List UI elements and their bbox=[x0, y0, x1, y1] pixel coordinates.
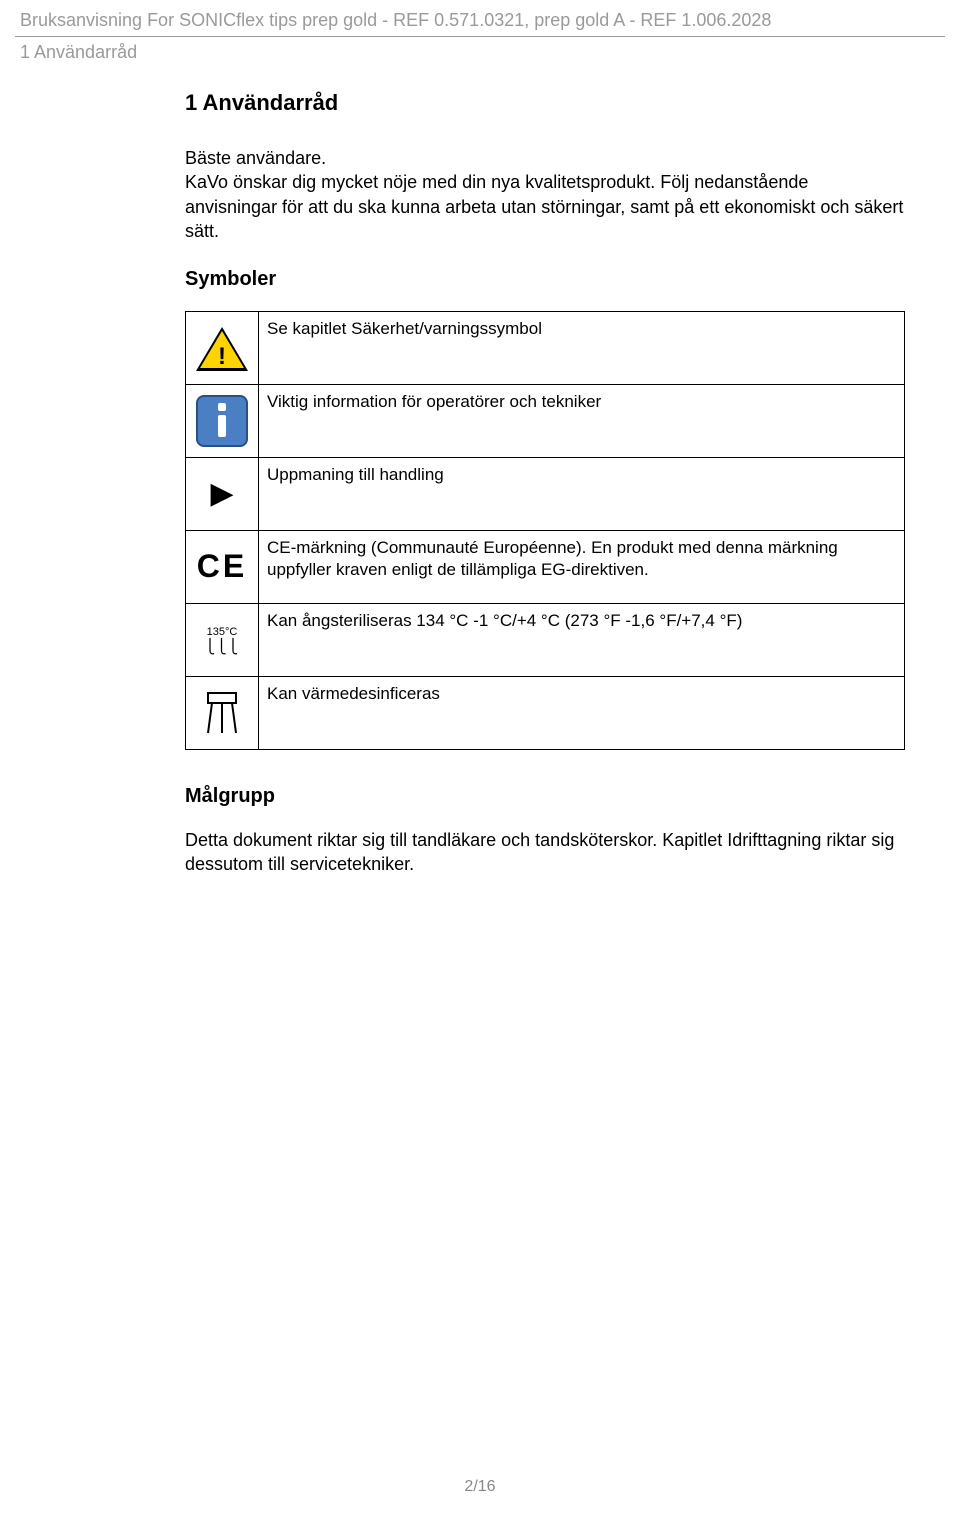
content-area: 1 Användarråd Bäste användare. KaVo önsk… bbox=[185, 90, 905, 877]
target-paragraph: Detta dokument riktar sig till tandläkar… bbox=[185, 828, 905, 877]
sterilize-icon: 135°C ⎩⎩⎩ bbox=[186, 604, 259, 677]
page-number: 2/16 bbox=[0, 1478, 960, 1496]
intro-line1: Bäste användare. bbox=[185, 148, 326, 168]
header-subtitle: 1 Användarråd bbox=[20, 42, 137, 63]
symbol-text: Kan värmedesinficeras bbox=[259, 677, 905, 750]
table-row: 135°C ⎩⎩⎩ Kan ångsteriliseras 134 °C -1 … bbox=[186, 604, 905, 677]
symbol-text: Se kapitlet Säkerhet/varningssymbol bbox=[259, 312, 905, 385]
table-row: ▶ Uppmaning till handling bbox=[186, 458, 905, 531]
symbol-text: Kan ångsteriliseras 134 °C -1 °C/+4 °C (… bbox=[259, 604, 905, 677]
table-row: Viktig information för operatörer och te… bbox=[186, 385, 905, 458]
symbol-text: CE-märkning (Communauté Européenne). En … bbox=[259, 531, 905, 604]
symbol-text: Viktig information för operatörer och te… bbox=[259, 385, 905, 458]
symbols-table: ! Se kapitlet Säkerhet/varningssymbol Vi… bbox=[185, 311, 905, 750]
intro-rest: KaVo önskar dig mycket nöje med din nya … bbox=[185, 172, 903, 241]
thermo-disinfect-icon bbox=[186, 677, 259, 750]
page: Bruksanvisning For SONICflex tips prep g… bbox=[0, 0, 960, 1520]
symbol-text: Uppmaning till handling bbox=[259, 458, 905, 531]
info-icon bbox=[186, 385, 259, 458]
intro-paragraph: Bäste användare. KaVo önskar dig mycket … bbox=[185, 146, 905, 243]
symbols-heading: Symboler bbox=[185, 268, 905, 291]
table-row: ! Se kapitlet Säkerhet/varningssymbol bbox=[186, 312, 905, 385]
action-arrow-icon: ▶ bbox=[186, 458, 259, 531]
warning-icon: ! bbox=[186, 312, 259, 385]
target-heading: Målgrupp bbox=[185, 785, 905, 808]
section-heading: 1 Användarråd bbox=[185, 90, 905, 116]
header-rule bbox=[15, 36, 945, 37]
ce-mark-icon: CE bbox=[186, 531, 259, 604]
table-row: CE CE-märkning (Communauté Européenne). … bbox=[186, 531, 905, 604]
header-title: Bruksanvisning For SONICflex tips prep g… bbox=[20, 10, 771, 31]
table-row: Kan värmedesinficeras bbox=[186, 677, 905, 750]
